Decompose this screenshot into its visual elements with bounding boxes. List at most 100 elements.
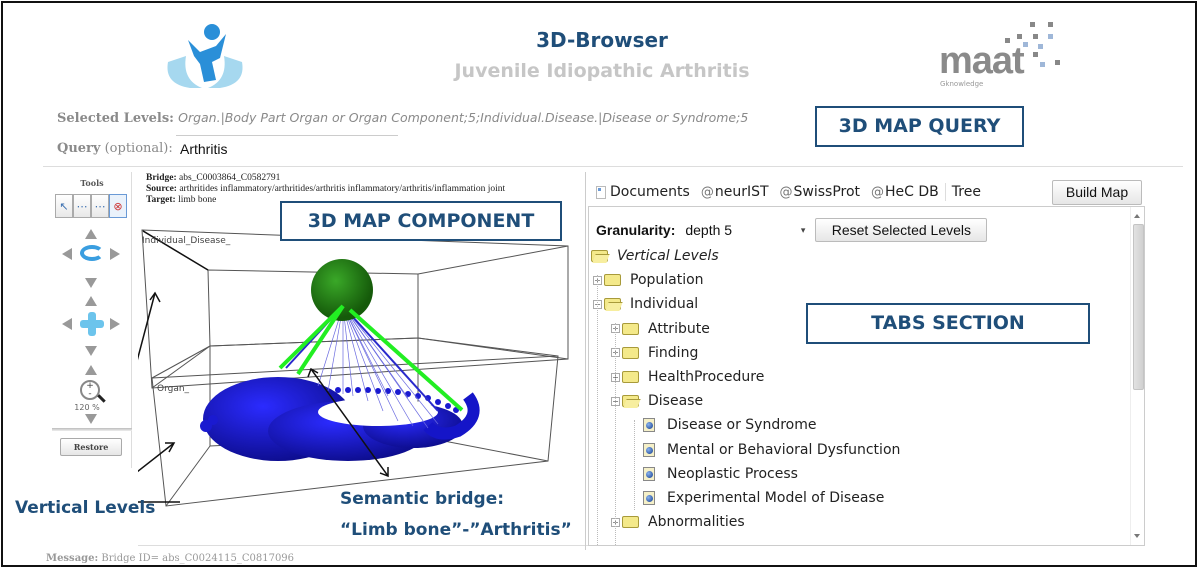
dotted-circle-icon: ⋯ [94,199,106,213]
panel-divider [585,172,586,550]
tree-node-label: Attribute [648,320,710,337]
annotation-semantic-bridge: Semantic bridge: [340,489,505,509]
tree-node-label: Disease or Syndrome [667,417,817,434]
tools-title: Tools [80,178,104,188]
tree-node-label: Neoplastic Process [667,465,798,482]
callout-3d-map-query: 3D MAP QUERY [815,106,1024,147]
tab-hec-db[interactable]: @ HeC DB [871,184,939,200]
maat-logo-tagline: Gknowledge [940,80,984,88]
tree-scrollbar[interactable] [1130,207,1144,545]
tree-node[interactable]: + Population [593,269,704,291]
tree-node[interactable]: − Disease [611,390,703,412]
zoom-magnifier-handle [97,394,106,403]
select-tool-button[interactable]: ↖ [55,194,73,218]
tree-guide-line [634,420,635,510]
callout-3d-map-component: 3D MAP COMPONENT [280,201,562,241]
tab-label: Tree [951,184,981,200]
tree-node[interactable]: + Abnormalities [611,511,745,533]
folder-open-icon [604,298,621,311]
target-icon: ⊗ [113,199,123,213]
pan-left-button[interactable] [62,318,72,330]
zoom-in-button[interactable] [85,365,97,375]
source-node-sphere[interactable] [311,259,373,321]
message-value: Bridge ID= abs_C0024115_C0817096 [101,553,295,564]
tree-node-label: Finding [648,344,699,361]
tool-buttons: ↖ ⋯ ⋯ ⊗ [55,194,129,218]
query-optional-label: (optional): [104,141,173,156]
query-input[interactable] [176,135,398,161]
rotate-icon [80,245,104,261]
zoom-level: 120 % [74,403,100,412]
tab-documents[interactable]: Documents [596,184,690,200]
target-value: limb bone [178,195,217,205]
tree-node[interactable]: Disease or Syndrome [643,414,816,436]
granularity-label: Granularity: [596,222,676,238]
tools-panel: Tools ↖ ⋯ ⋯ ⊗ + - 120 % Restore [52,172,132,468]
concept-icon [643,491,655,505]
tree-node[interactable]: + HealthProcedure [611,366,764,388]
build-map-button[interactable]: Build Map [1052,180,1142,205]
lower-level-label: Organ_ [157,384,190,394]
folder-icon [604,274,621,287]
rotate-mode-button[interactable]: ⋯ [73,194,91,218]
pan-down-button[interactable] [85,346,97,356]
pan-up-button[interactable] [85,296,97,306]
rotate-down-button[interactable] [85,278,97,288]
rotate-left-button[interactable] [62,248,72,260]
tree-node-label: Mental or Behavioral Dysfunction [667,441,901,458]
rotate-right-button[interactable] [110,248,120,260]
tree-node-label: Individual [630,296,699,313]
target-label: Target: [146,195,176,205]
tree-node[interactable]: Neoplastic Process [643,463,798,485]
pan-right-button[interactable] [110,318,120,330]
scroll-up-icon[interactable] [1134,214,1140,218]
tree-node[interactable]: Mental or Behavioral Dysfunction [643,439,900,461]
at-icon: @ [871,184,885,200]
target-tool-button[interactable]: ⊗ [109,194,127,218]
chevron-down-icon: ▾ [800,224,806,235]
tab-swissprot[interactable]: @ SwissProt [780,184,861,200]
pan-icon [80,312,104,336]
maat-logo-text: maat [939,40,1025,82]
source-label: Source: [146,184,177,194]
callout-tabs-section: TABS SECTION [806,303,1090,344]
tab-label: neurIST [714,184,769,200]
folder-icon [622,322,639,335]
tree-node[interactable]: + Finding [611,342,698,364]
folder-open-icon [591,250,608,262]
map-divider [138,545,588,546]
query-row: Query (optional): [57,141,173,156]
at-icon: @ [700,184,714,200]
tab-label: HeC DB [885,184,939,200]
tools-divider [52,428,132,431]
status-message: Message: Bridge ID= abs_C0024115_C081709… [46,553,294,564]
tree-node[interactable]: Vertical Levels [591,245,719,267]
tree-node[interactable]: + Attribute [611,318,710,340]
tree-guide-line [597,275,598,545]
tree-panel: Granularity: depth 5 ▾ Reset Selected Le… [588,206,1145,546]
zoom-out-button[interactable] [85,414,97,424]
scroll-down-icon[interactable] [1134,534,1140,538]
tree-node[interactable]: Experimental Model of Disease [643,487,884,509]
tab-neurist[interactable]: @ neurIST [701,184,769,200]
scroll-thumb[interactable] [1133,224,1144,390]
folder-icon [622,346,639,359]
folder-icon [622,516,639,529]
granularity-select[interactable]: depth 5 ▾ [681,220,809,240]
rotate-up-button[interactable] [85,229,97,239]
reset-selected-levels-button[interactable]: Reset Selected Levels [815,218,988,242]
query-label: Query [57,141,101,156]
tree-node-label: Experimental Model of Disease [667,490,885,506]
tab-separator [944,183,946,201]
selected-levels-value: Organ.|Body Part Organ or Organ Componen… [178,110,749,125]
tab-tree[interactable]: ⣿ Tree [596,184,981,233]
tree-node[interactable]: − Individual [593,293,698,315]
restore-button[interactable]: Restore [60,438,122,456]
granularity-value: depth 5 [685,222,733,238]
tree-node-label: Abnormalities [648,514,745,531]
pan-mode-button[interactable]: ⋯ [91,194,109,218]
dotted-circle-icon: ⋯ [76,199,88,213]
granularity-row: Granularity: depth 5 ▾ Reset Selected Le… [596,218,988,242]
message-label: Message: [46,553,99,564]
tree-node-label: Vertical Levels [617,248,719,264]
